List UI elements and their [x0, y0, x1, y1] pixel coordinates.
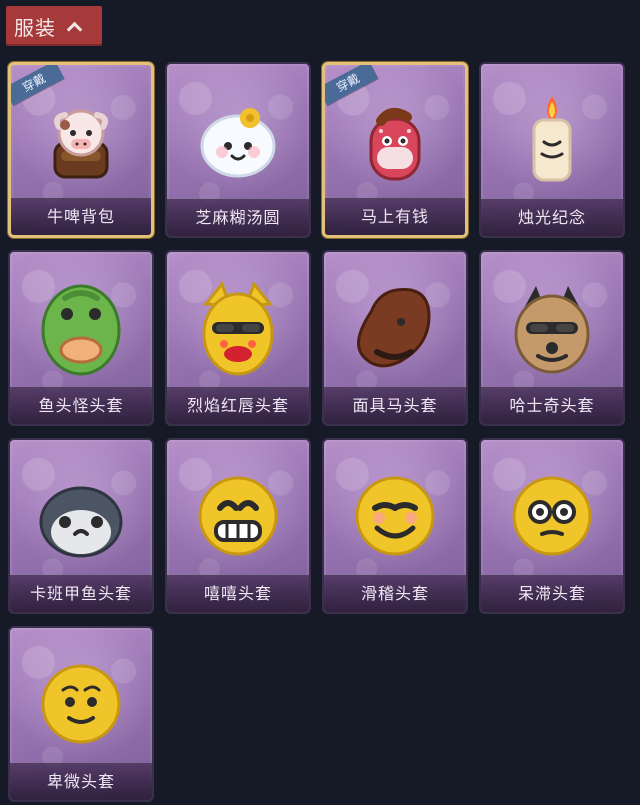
costume-name: 烛光纪念	[481, 199, 623, 236]
costume-card[interactable]: 穿戴 马上有钱	[322, 62, 468, 238]
costume-name: 哈士奇头套	[481, 387, 623, 424]
costume-name: 马上有钱	[325, 198, 465, 235]
costume-name: 鱼头怪头套	[10, 387, 152, 424]
stare-emoji-mask-icon	[481, 450, 623, 582]
costume-card[interactable]: 芝麻糊汤圆	[165, 62, 311, 238]
costume-card[interactable]: 面具马头套	[322, 250, 468, 426]
horse-mask-icon	[324, 262, 466, 394]
costume-name: 滑稽头套	[324, 575, 466, 612]
costume-name: 呆滞头套	[481, 575, 623, 612]
costume-card[interactable]: 嘻嘻头套	[165, 438, 311, 614]
costume-card[interactable]: 卡班甲鱼头套	[8, 438, 154, 614]
costume-name: 烈焰红唇头套	[167, 387, 309, 424]
costume-card[interactable]: 穿戴 牛啤背包	[8, 62, 154, 238]
humble-emoji-mask-icon	[10, 638, 152, 770]
horse-rich-icon	[325, 75, 465, 207]
candle-icon	[481, 74, 623, 206]
costume-card[interactable]: 鱼头怪头套	[8, 250, 154, 426]
costume-name: 卡班甲鱼头套	[10, 575, 152, 612]
category-title: 服装	[14, 15, 56, 40]
smirk-emoji-mask-icon	[324, 450, 466, 582]
costume-card[interactable]: 烈焰红唇头套	[165, 250, 311, 426]
costume-card[interactable]: 烛光纪念	[479, 62, 625, 238]
category-header[interactable]: 服装	[6, 6, 102, 46]
rice-ball-icon	[167, 74, 309, 206]
costume-card[interactable]: 滑稽头套	[322, 438, 468, 614]
grin-emoji-mask-icon	[167, 450, 309, 582]
costume-name: 芝麻糊汤圆	[167, 199, 309, 236]
husky-mask-icon	[481, 262, 623, 394]
fish-head-mask-icon	[10, 262, 152, 394]
pikachu-lips-mask-icon	[167, 262, 309, 394]
costume-card[interactable]: 呆滞头套	[479, 438, 625, 614]
chevron-up-icon	[66, 18, 82, 34]
costume-name: 面具马头套	[324, 387, 466, 424]
costume-name: 嘻嘻头套	[167, 575, 309, 612]
costume-card[interactable]: 哈士奇头套	[479, 250, 625, 426]
costume-name: 卑微头套	[10, 763, 152, 800]
cow-beer-backpack-icon	[11, 75, 151, 207]
costume-name: 牛啤背包	[11, 198, 151, 235]
turtle-mask-icon	[10, 450, 152, 582]
costume-card[interactable]: 卑微头套	[8, 626, 154, 802]
